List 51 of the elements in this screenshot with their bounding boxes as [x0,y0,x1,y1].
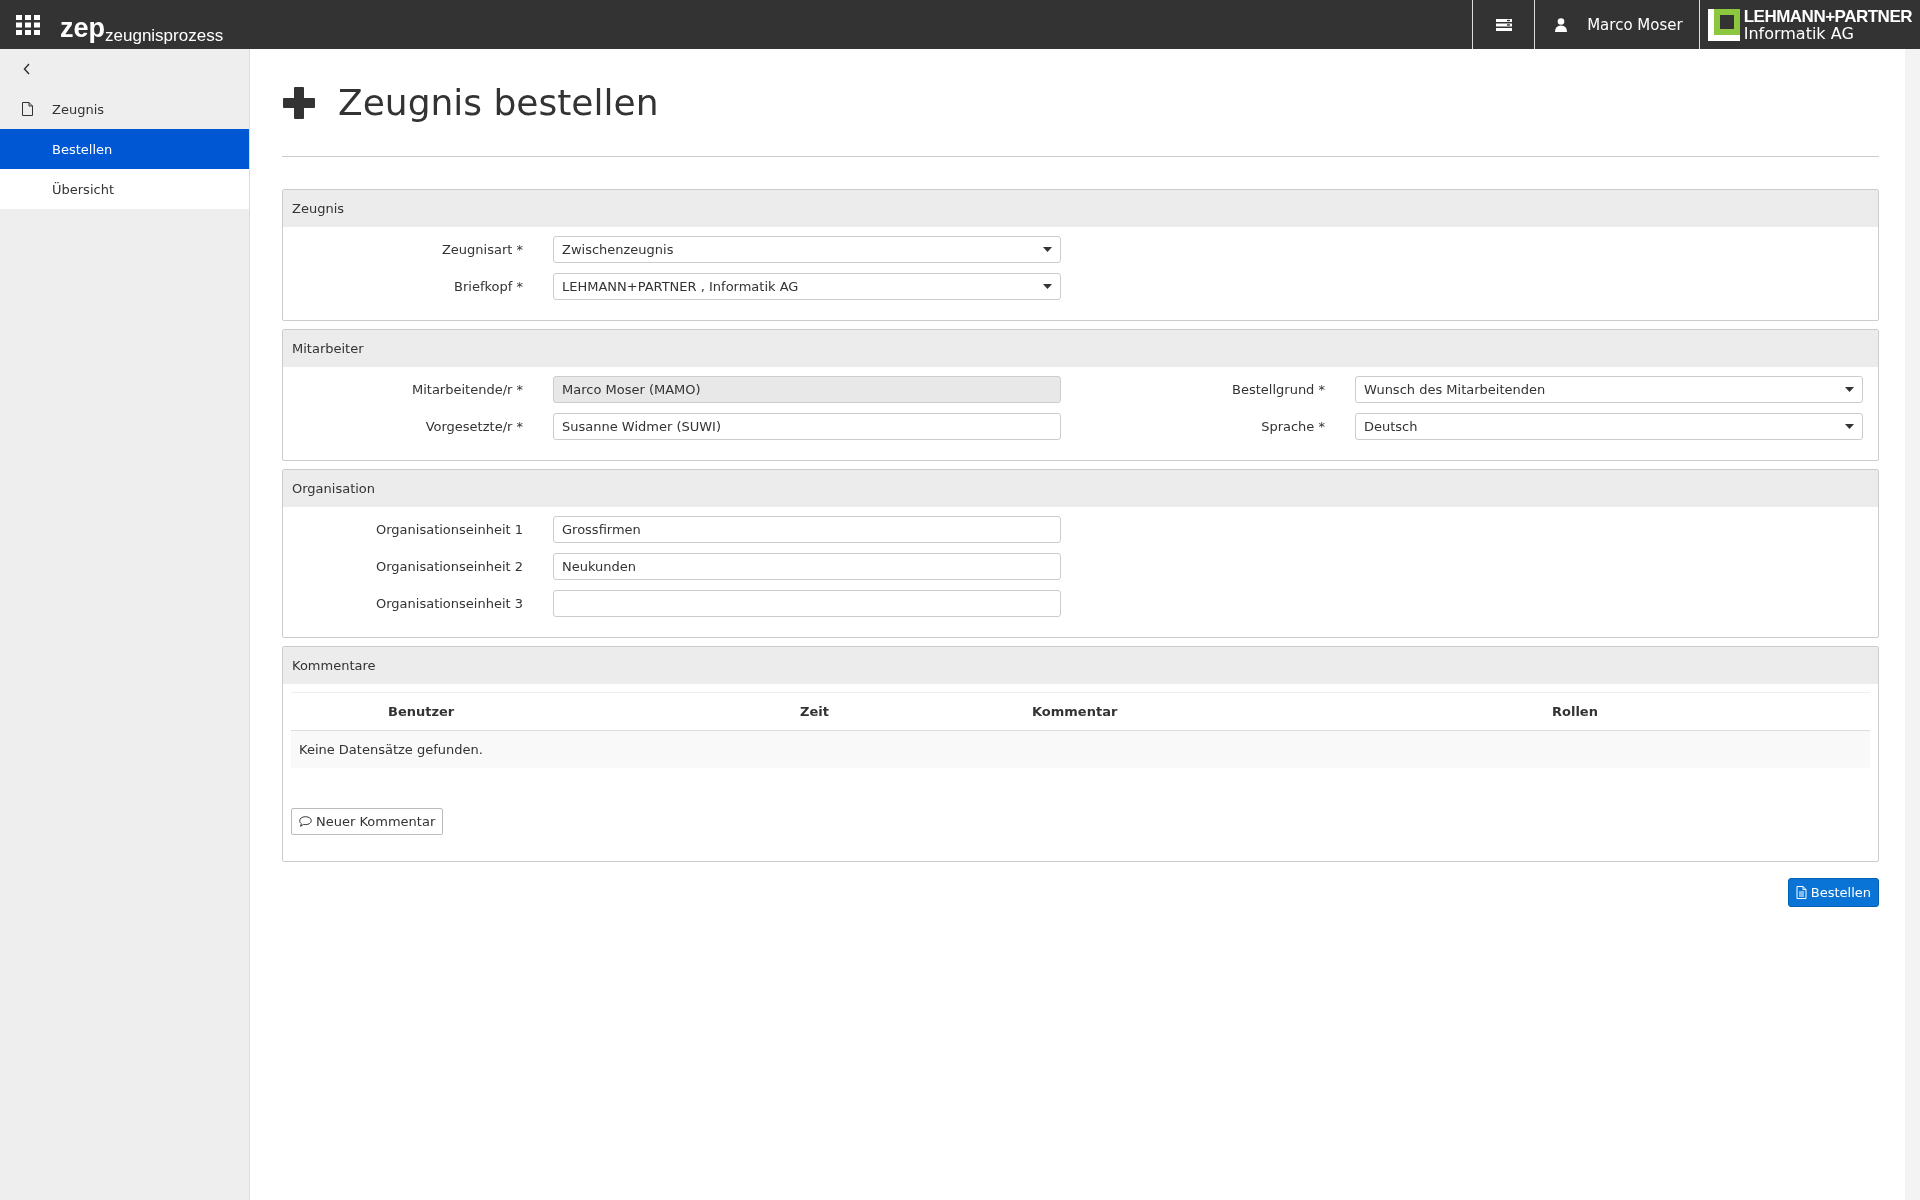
caret-icon [1043,247,1052,252]
page-title: Zeugnis bestellen [338,82,659,123]
plus-icon [282,85,316,120]
dropdown[interactable]: Wunsch des Mitarbeitenden [1355,376,1863,403]
company-name: LEHMANN+PARTNER [1743,7,1912,25]
input-field[interactable]: Grossfirmen [553,516,1061,543]
field-label: Organisationseinheit 2 [374,559,524,574]
panel-header: Zeugnis [283,190,1878,227]
field-label: Organisationseinheit 3 [374,596,524,611]
field-label: Bestellgrund * [1231,382,1326,397]
document-icon [1795,886,1807,899]
column-header[interactable]: Kommentar [1032,704,1552,719]
user-menu[interactable]: Marco Moser [1534,0,1699,49]
field-label: Vorgesetzte/r * [424,419,524,434]
field-label: Mitarbeitende/r * [410,382,524,397]
field-label: Sprache * [1260,419,1326,434]
caret-icon [1043,284,1052,289]
panel-header: Organisation [283,470,1878,507]
column-header[interactable]: Zeit [800,704,1032,719]
input-field[interactable]: Neukunden [553,553,1061,580]
chevron-left-icon[interactable] [23,63,31,75]
dropdown[interactable]: Deutsch [1355,413,1863,440]
panel-header: Kommentare [283,647,1878,684]
sidebar-item[interactable]: Bestellen [0,129,249,169]
scrollbar[interactable] [1905,49,1920,1200]
document-icon [22,102,33,116]
apps-grid-icon[interactable] [16,14,40,35]
field-label: Briefkopf * [453,279,524,294]
dropdown[interactable]: Zwischenzeugnis [553,236,1061,263]
app-logo[interactable]: zep [60,12,105,43]
order-button[interactable]: Bestellen [1787,878,1879,907]
company-subtitle: Informatik AG [1743,24,1855,42]
panel-header: Mitarbeiter [283,330,1878,367]
speech-bubble-icon [299,816,312,827]
app-subtitle: zeugnisprozess [105,25,224,46]
user-icon [1555,17,1568,32]
caret-icon [1845,424,1854,429]
input-field[interactable]: Susanne Widmer (SUWI) [553,413,1061,440]
field-label: Zeugnisart * [440,242,524,257]
company-logo-icon [1707,8,1740,41]
column-header[interactable]: Benutzer [388,704,800,719]
sidebar-item[interactable]: Übersicht [0,169,249,209]
field-label: Organisationseinheit 1 [374,522,524,537]
column-header[interactable]: Rollen [1552,704,1870,719]
list-icon [1495,18,1512,31]
new-comment-button[interactable]: Neuer Kommentar [291,808,444,835]
input-field[interactable] [553,590,1061,617]
empty-message: Keine Datensätze gefunden. [299,742,483,757]
user-name: Marco Moser [1587,15,1683,34]
dropdown[interactable]: LEHMANN+PARTNER , Informatik AG [553,273,1061,300]
caret-icon [1845,387,1854,392]
